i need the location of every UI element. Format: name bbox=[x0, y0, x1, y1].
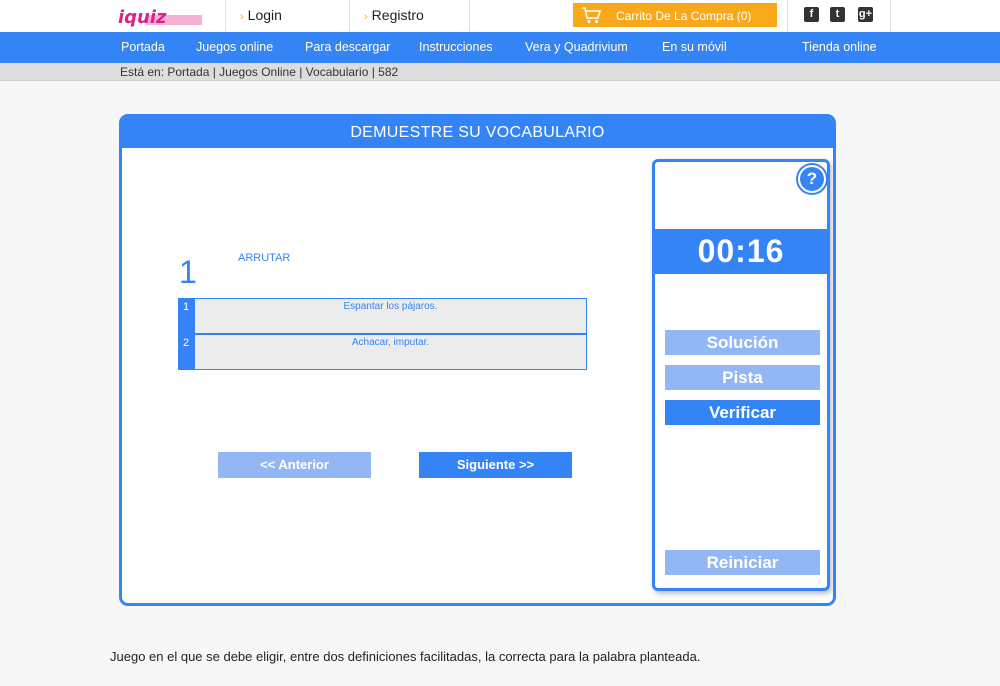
top-bar: iquiz › Login › Registro Carrito De La Com… bbox=[0, 0, 1000, 32]
chevron-right-icon: › bbox=[240, 11, 244, 23]
nav-item-vera-quadrivium[interactable]: Vera y Quadrivium bbox=[525, 32, 628, 63]
cart-icon bbox=[582, 7, 602, 24]
help-icon[interactable]: ? bbox=[798, 165, 826, 193]
cart-label: Carrito De La Compra (0) bbox=[616, 9, 752, 23]
option-text: Espantar los pájaros. bbox=[343, 301, 438, 312]
twitter-icon[interactable]: t bbox=[830, 7, 845, 22]
cart-button[interactable]: Carrito De La Compra (0) bbox=[573, 3, 777, 27]
question-word: ARRUTAR bbox=[238, 252, 291, 264]
google-plus-icon[interactable]: g+ bbox=[858, 7, 873, 22]
login-link[interactable]: › Login bbox=[225, 0, 349, 32]
timer: 00:16 bbox=[655, 229, 827, 274]
option-text: Achacar, imputar. bbox=[351, 337, 430, 348]
nav-item-portada[interactable]: Portada bbox=[121, 32, 165, 63]
main-nav: Portada Juegos online Para descargar Ins… bbox=[0, 32, 1000, 63]
nav-item-para-descargar[interactable]: Para descargar bbox=[305, 32, 390, 63]
answer-option-2[interactable]: 2 Achacar, imputar. bbox=[178, 334, 587, 370]
login-label: Login bbox=[247, 7, 282, 23]
register-label: Registro bbox=[371, 7, 424, 23]
restart-button[interactable]: Reiniciar bbox=[665, 550, 820, 575]
iquiz-logo[interactable]: iquiz bbox=[116, 6, 204, 27]
option-number: 1 bbox=[179, 299, 195, 333]
hint-button[interactable]: Pista bbox=[665, 365, 820, 390]
chevron-right-icon: › bbox=[364, 11, 368, 23]
verify-button[interactable]: Verificar bbox=[665, 400, 820, 425]
nav-item-tienda-online[interactable]: Tienda online bbox=[802, 32, 877, 63]
next-button[interactable]: Siguiente >> bbox=[419, 452, 572, 478]
option-number: 2 bbox=[179, 335, 195, 369]
game-title: DEMUESTRE SU VOCABULARIO bbox=[122, 117, 833, 148]
register-link[interactable]: › Registro bbox=[349, 0, 470, 32]
question-number: 1 bbox=[179, 254, 197, 290]
nav-item-instrucciones[interactable]: Instrucciones bbox=[419, 32, 493, 63]
game-description: Juego en el que se debe eligir, entre do… bbox=[110, 649, 701, 664]
nav-item-en-su-movil[interactable]: En su móvil bbox=[662, 32, 727, 63]
facebook-icon[interactable]: f bbox=[804, 7, 819, 22]
control-panel: ? 00:16 Solución Pista Verificar Reinici… bbox=[652, 159, 830, 591]
breadcrumb: Está en: Portada | Juegos Online | Vocab… bbox=[0, 63, 1000, 81]
answer-option-1[interactable]: 1 Espantar los pájaros. bbox=[178, 298, 587, 334]
nav-item-juegos-online[interactable]: Juegos online bbox=[196, 32, 273, 63]
previous-button[interactable]: << Anterior bbox=[218, 452, 371, 478]
social-links: f t g+ bbox=[787, 0, 891, 32]
game-panel: DEMUESTRE SU VOCABULARIO 1 ARRUTAR 1 Esp… bbox=[119, 114, 836, 606]
solution-button[interactable]: Solución bbox=[665, 330, 820, 355]
breadcrumb-text[interactable]: Está en: Portada | Juegos Online | Vocab… bbox=[120, 65, 398, 79]
